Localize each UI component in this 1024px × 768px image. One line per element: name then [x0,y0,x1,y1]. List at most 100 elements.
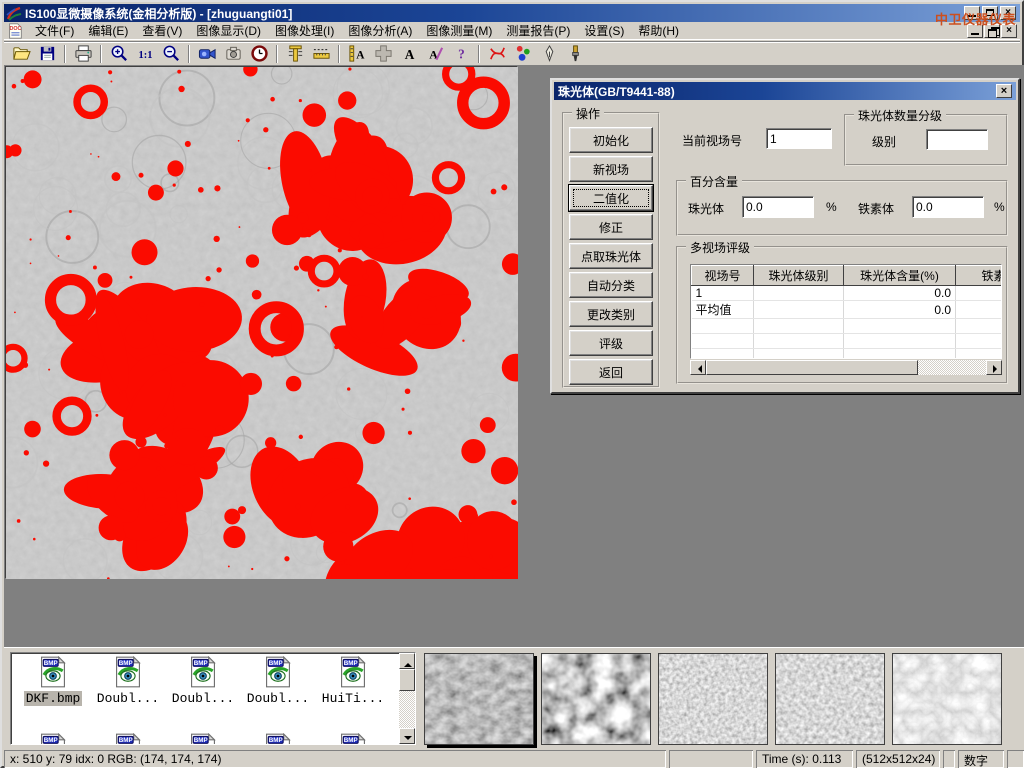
toolbar-separator [478,45,480,63]
toolbar: 1:1 A A A ? [4,41,1020,65]
file-item[interactable]: BMP Doubl... [242,656,314,706]
col-pearlite-level: 珠光体级别 [754,266,844,286]
scroll-down-icon[interactable] [399,728,415,744]
title-bar: IS100显微摄像系统(金相分析版) - [zhuguangti01] × [4,4,1020,22]
file-item[interactable]: BMP [317,733,389,745]
correct-button[interactable]: 修正 [569,214,653,240]
dialog-title-bar[interactable]: 珠光体(GB/T9441-88) × [554,82,1016,100]
file-item[interactable]: BMP Doubl... [92,656,164,706]
toolbar-separator [100,45,102,63]
toolbar-separator [338,45,340,63]
menu-measure-report[interactable]: 测量报告(P) [499,21,577,40]
binarize-button[interactable]: 二值化 [569,185,653,211]
menu-help[interactable]: 帮助(H) [631,21,686,40]
file-item[interactable]: BMP [17,733,89,745]
zoom-out-icon[interactable] [158,43,184,65]
video-camera-icon[interactable] [194,43,220,65]
bmp-file-icon: BMP [263,677,293,691]
percent-group: 百分含量 珠光体 % 铁素体 % [676,180,1008,236]
new-field-button[interactable]: 新视场 [569,156,653,182]
bmp-file-icon: BMP [113,677,143,691]
file-item[interactable]: BMP DKF.bmp [17,656,89,706]
pen-tool-icon[interactable] [536,43,562,65]
actual-size-1to1-icon[interactable]: 1:1 [132,43,158,65]
scroll-left-icon[interactable] [690,360,706,375]
return-button[interactable]: 返回 [569,359,653,385]
dialog-close-icon[interactable]: × [996,84,1012,98]
caliper-icon[interactable] [282,43,308,65]
ruler-icon[interactable] [308,43,334,65]
menu-view[interactable]: 查看(V) [135,21,189,40]
scroll-thumb[interactable] [399,669,415,691]
auto-classify-button[interactable]: 自动分类 [569,272,653,298]
pearlite-dialog: 珠光体(GB/T9441-88) × 操作 初始化 新视场 二值化 修正 点取珠… [550,78,1020,394]
table-row [692,349,1003,360]
pick-pearlite-button[interactable]: 点取珠光体 [569,243,653,269]
multifield-group: 多视场评级 视场号 珠光体级别 珠光体含量(%) 铁素体 1 [676,246,1008,384]
rate-button[interactable]: 评级 [569,330,653,356]
svg-text:BMP: BMP [119,737,133,744]
current-field-input[interactable] [766,128,832,149]
scroll-thumb[interactable] [706,360,918,375]
measure-text-icon[interactable]: A [344,43,370,65]
specimen-image[interactable] [5,66,517,578]
file-item[interactable]: BMP Doubl... [167,656,239,706]
svg-text:BMP: BMP [44,737,58,744]
timer-clock-icon[interactable] [246,43,272,65]
level-input[interactable] [926,129,988,150]
zoom-in-icon[interactable] [106,43,132,65]
table-row[interactable]: 1 0.0 [692,286,1003,301]
thumbnail-4[interactable] [775,653,885,745]
table-row [692,319,1003,334]
svg-text:A: A [404,47,414,62]
menu-file[interactable]: 文件(F) [28,21,81,40]
file-browser[interactable]: BMP DKF.bmp BMP Doubl... BMP Doubl... BM… [10,652,416,745]
menu-edit[interactable]: 编辑(E) [81,21,135,40]
rating-table[interactable]: 视场号 珠光体级别 珠光体含量(%) 铁素体 1 0.0 平均值 [690,264,1002,359]
color-points-icon[interactable] [510,43,536,65]
file-item[interactable]: BMP [167,733,239,745]
toolbar-separator [276,45,278,63]
thumbnail-2[interactable] [541,653,651,745]
menu-image-analysis[interactable]: 图像分析(A) [341,21,419,40]
status-empty [943,750,955,768]
printer-icon[interactable] [70,43,96,65]
file-item[interactable]: BMP [242,733,314,745]
text-edit-icon[interactable]: A [422,43,448,65]
status-empty [1007,750,1024,768]
file-item[interactable]: BMP [92,733,164,745]
ferrite-percent-input[interactable] [912,196,984,218]
file-list-scrollbar[interactable] [399,653,415,744]
menu-image-measure[interactable]: 图像测量(M) [419,21,499,40]
scroll-right-icon[interactable] [986,360,1002,375]
grid-cross-icon[interactable] [370,43,396,65]
table-row[interactable]: 平均值 0.0 [692,301,1003,319]
camera-capture-icon[interactable] [220,43,246,65]
file-item[interactable]: BMP HuiTi... [317,656,389,706]
save-floppy-icon[interactable] [34,43,60,65]
change-class-button[interactable]: 更改类别 [569,301,653,327]
thumbnail-1[interactable] [424,653,534,745]
text-label-icon[interactable]: A [396,43,422,65]
help-icon[interactable]: ? [448,43,474,65]
scroll-up-icon[interactable] [399,653,415,669]
bmp-file-icon: BMP [188,677,218,691]
brush-tool-icon[interactable] [562,43,588,65]
open-folder-icon[interactable] [8,43,34,65]
menu-image-process[interactable]: 图像处理(I) [268,21,341,40]
svg-text:BMP: BMP [119,660,133,667]
menu-image-display[interactable]: 图像显示(D) [189,21,268,40]
status-coordinates: x: 510 y: 79 idx: 0 RGB: (174, 174, 174) [4,750,666,768]
table-horizontal-scrollbar[interactable] [690,360,1002,375]
svg-text:1:1: 1:1 [138,50,152,61]
spline-curve-icon[interactable] [484,43,510,65]
init-button[interactable]: 初始化 [569,127,653,153]
thumbnail-3[interactable] [658,653,768,745]
thumbnail-5[interactable] [892,653,1002,745]
bmp-file-icon: BMP [38,677,68,691]
percent-group-label: 百分含量 [686,173,742,190]
menu-settings[interactable]: 设置(S) [577,21,631,40]
svg-text:BMP: BMP [194,737,208,744]
pearlite-percent-input[interactable] [742,196,814,218]
col-ferrite: 铁素体 [956,266,1003,286]
